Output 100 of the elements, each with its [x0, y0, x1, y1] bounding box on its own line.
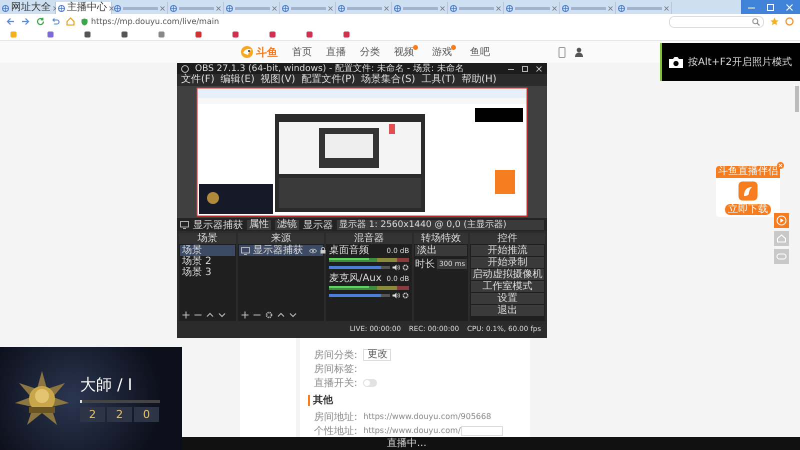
forward-icon[interactable] — [21, 17, 30, 26]
menu-item[interactable]: 配置文件(P) — [301, 74, 356, 86]
globe-icon — [450, 4, 457, 12]
eye-icon[interactable] — [309, 248, 318, 254]
menu-item[interactable]: 编辑(E) — [220, 74, 255, 86]
nav-link[interactable]: 分类 — [360, 45, 380, 59]
panel-title: 转场特效 — [414, 233, 468, 244]
bookmark-icon[interactable] — [232, 31, 239, 38]
channel-name: 桌面音频 — [329, 246, 370, 256]
stat-value: 0 — [134, 407, 159, 422]
toggle-switch[interactable] — [363, 378, 378, 386]
volume-slider[interactable] — [329, 294, 390, 297]
toolbar-button[interactable]: 属性 — [247, 220, 271, 230]
control-button[interactable]: 工作室模式 — [471, 281, 544, 292]
mascot-icon — [240, 45, 254, 59]
speaker-icon[interactable] — [392, 264, 400, 271]
globe-icon — [58, 4, 65, 12]
nav-link[interactable]: 鱼吧 — [470, 45, 490, 59]
source-item[interactable]: 显示器捕获 — [239, 245, 324, 256]
search-icon — [752, 18, 760, 26]
reload-icon[interactable] — [36, 17, 45, 26]
control-button[interactable]: 退出 — [471, 305, 544, 316]
speaker-icon[interactable] — [392, 292, 400, 299]
menu-item[interactable]: 视图(V) — [260, 74, 296, 86]
panel-title: 控件 — [470, 233, 545, 244]
globe-icon — [618, 4, 625, 12]
control-button[interactable]: 开始录制 — [471, 257, 544, 268]
avatar-icon[interactable] — [574, 47, 584, 57]
input-field[interactable] — [460, 426, 503, 436]
up-icon[interactable] — [277, 311, 286, 319]
globe-icon — [562, 4, 569, 12]
scene-item[interactable]: 场景 2 — [180, 256, 236, 267]
url-prefix: https://www.douyu.com/ — [363, 426, 461, 435]
globe-icon — [2, 4, 9, 12]
bookmark-icon[interactable] — [84, 31, 91, 38]
panel-title: 场景 — [179, 233, 236, 244]
maximize-icon[interactable] — [521, 64, 529, 72]
change-button[interactable]: 更改 — [363, 348, 392, 360]
bookmark-icon[interactable] — [306, 31, 313, 38]
bookmark-icon[interactable] — [47, 31, 54, 38]
gear-icon[interactable] — [402, 292, 410, 299]
rank-title: 大師 / I — [80, 375, 134, 396]
nav-link[interactable]: 直播 — [326, 45, 346, 59]
back-icon[interactable] — [6, 17, 15, 26]
bookmark-icon[interactable] — [343, 31, 350, 38]
display-dropdown[interactable]: 显示器 1: 2560x1440 @ 0,0 (主显示器) — [337, 220, 544, 230]
room-url: https://www.douyu.com/905668 — [363, 412, 492, 421]
down-icon[interactable] — [218, 311, 226, 319]
play-icon[interactable] — [774, 213, 789, 228]
nav-link[interactable]: 游戏 — [432, 45, 452, 59]
undo-icon[interactable] — [51, 17, 60, 26]
up-icon[interactable] — [206, 311, 214, 319]
extension-icon[interactable] — [785, 17, 794, 26]
gear-icon[interactable] — [265, 311, 274, 319]
stat-value: 2 — [80, 407, 105, 422]
down-icon[interactable] — [289, 311, 298, 319]
scene-item[interactable]: 场景 3 — [180, 267, 236, 278]
add-icon[interactable] — [182, 311, 190, 319]
menu-item[interactable]: 帮助(H) — [461, 74, 497, 86]
home-icon[interactable] — [66, 17, 75, 26]
menu-item[interactable]: 场景集合(S) — [361, 74, 416, 86]
star-icon[interactable] — [770, 17, 779, 26]
camera-icon — [668, 56, 684, 68]
control-button[interactable]: 启动虚拟摄像机 — [471, 269, 544, 280]
browser-tab[interactable]: 主播中心 — [56, 2, 112, 14]
field-label: 房间分类: — [314, 348, 358, 362]
transition-dropdown[interactable]: 淡出 — [415, 245, 468, 256]
bookmark-icon[interactable] — [269, 31, 276, 38]
lock-icon[interactable] — [320, 247, 326, 254]
panel-title: 来源 — [238, 233, 324, 244]
nav-link[interactable]: 首页 — [292, 45, 312, 59]
source-name: 显示器捕获 — [193, 218, 243, 232]
shield-icon — [81, 18, 88, 26]
bookmark-icon[interactable] — [121, 31, 128, 38]
bookmark-icon[interactable] — [195, 31, 202, 38]
promo-title: 斗鱼直播伴侣 — [716, 166, 780, 178]
control-button[interactable]: 开始推流 — [471, 245, 544, 256]
globe-icon — [226, 4, 233, 12]
scrollbar[interactable] — [795, 86, 799, 112]
globe-icon — [282, 4, 289, 12]
nav-link[interactable]: 视频 — [394, 45, 414, 59]
phone-icon[interactable] — [558, 46, 566, 58]
control-button[interactable]: 设置 — [471, 293, 544, 304]
channel-name: 麦克风/Aux — [329, 274, 382, 284]
monitor-icon — [241, 246, 250, 254]
bookmark-icon[interactable] — [158, 31, 165, 38]
status-bar: 直播中... — [182, 437, 800, 450]
volume-slider[interactable] — [329, 266, 390, 269]
globe-icon — [506, 4, 513, 12]
globe-icon — [394, 4, 401, 12]
search-field[interactable] — [669, 16, 764, 28]
gear-icon[interactable] — [402, 264, 410, 271]
toolbar-button[interactable]: 滤镜 — [275, 220, 299, 230]
scene-item[interactable]: 场景 — [180, 245, 236, 256]
globe-icon — [170, 4, 177, 12]
menu-item[interactable]: 工具(T) — [421, 74, 456, 86]
add-icon[interactable] — [241, 311, 250, 319]
menu-item[interactable]: 文件(F) — [181, 74, 215, 86]
monitor-icon — [180, 220, 189, 228]
field-label: 个性地址: — [314, 424, 358, 438]
